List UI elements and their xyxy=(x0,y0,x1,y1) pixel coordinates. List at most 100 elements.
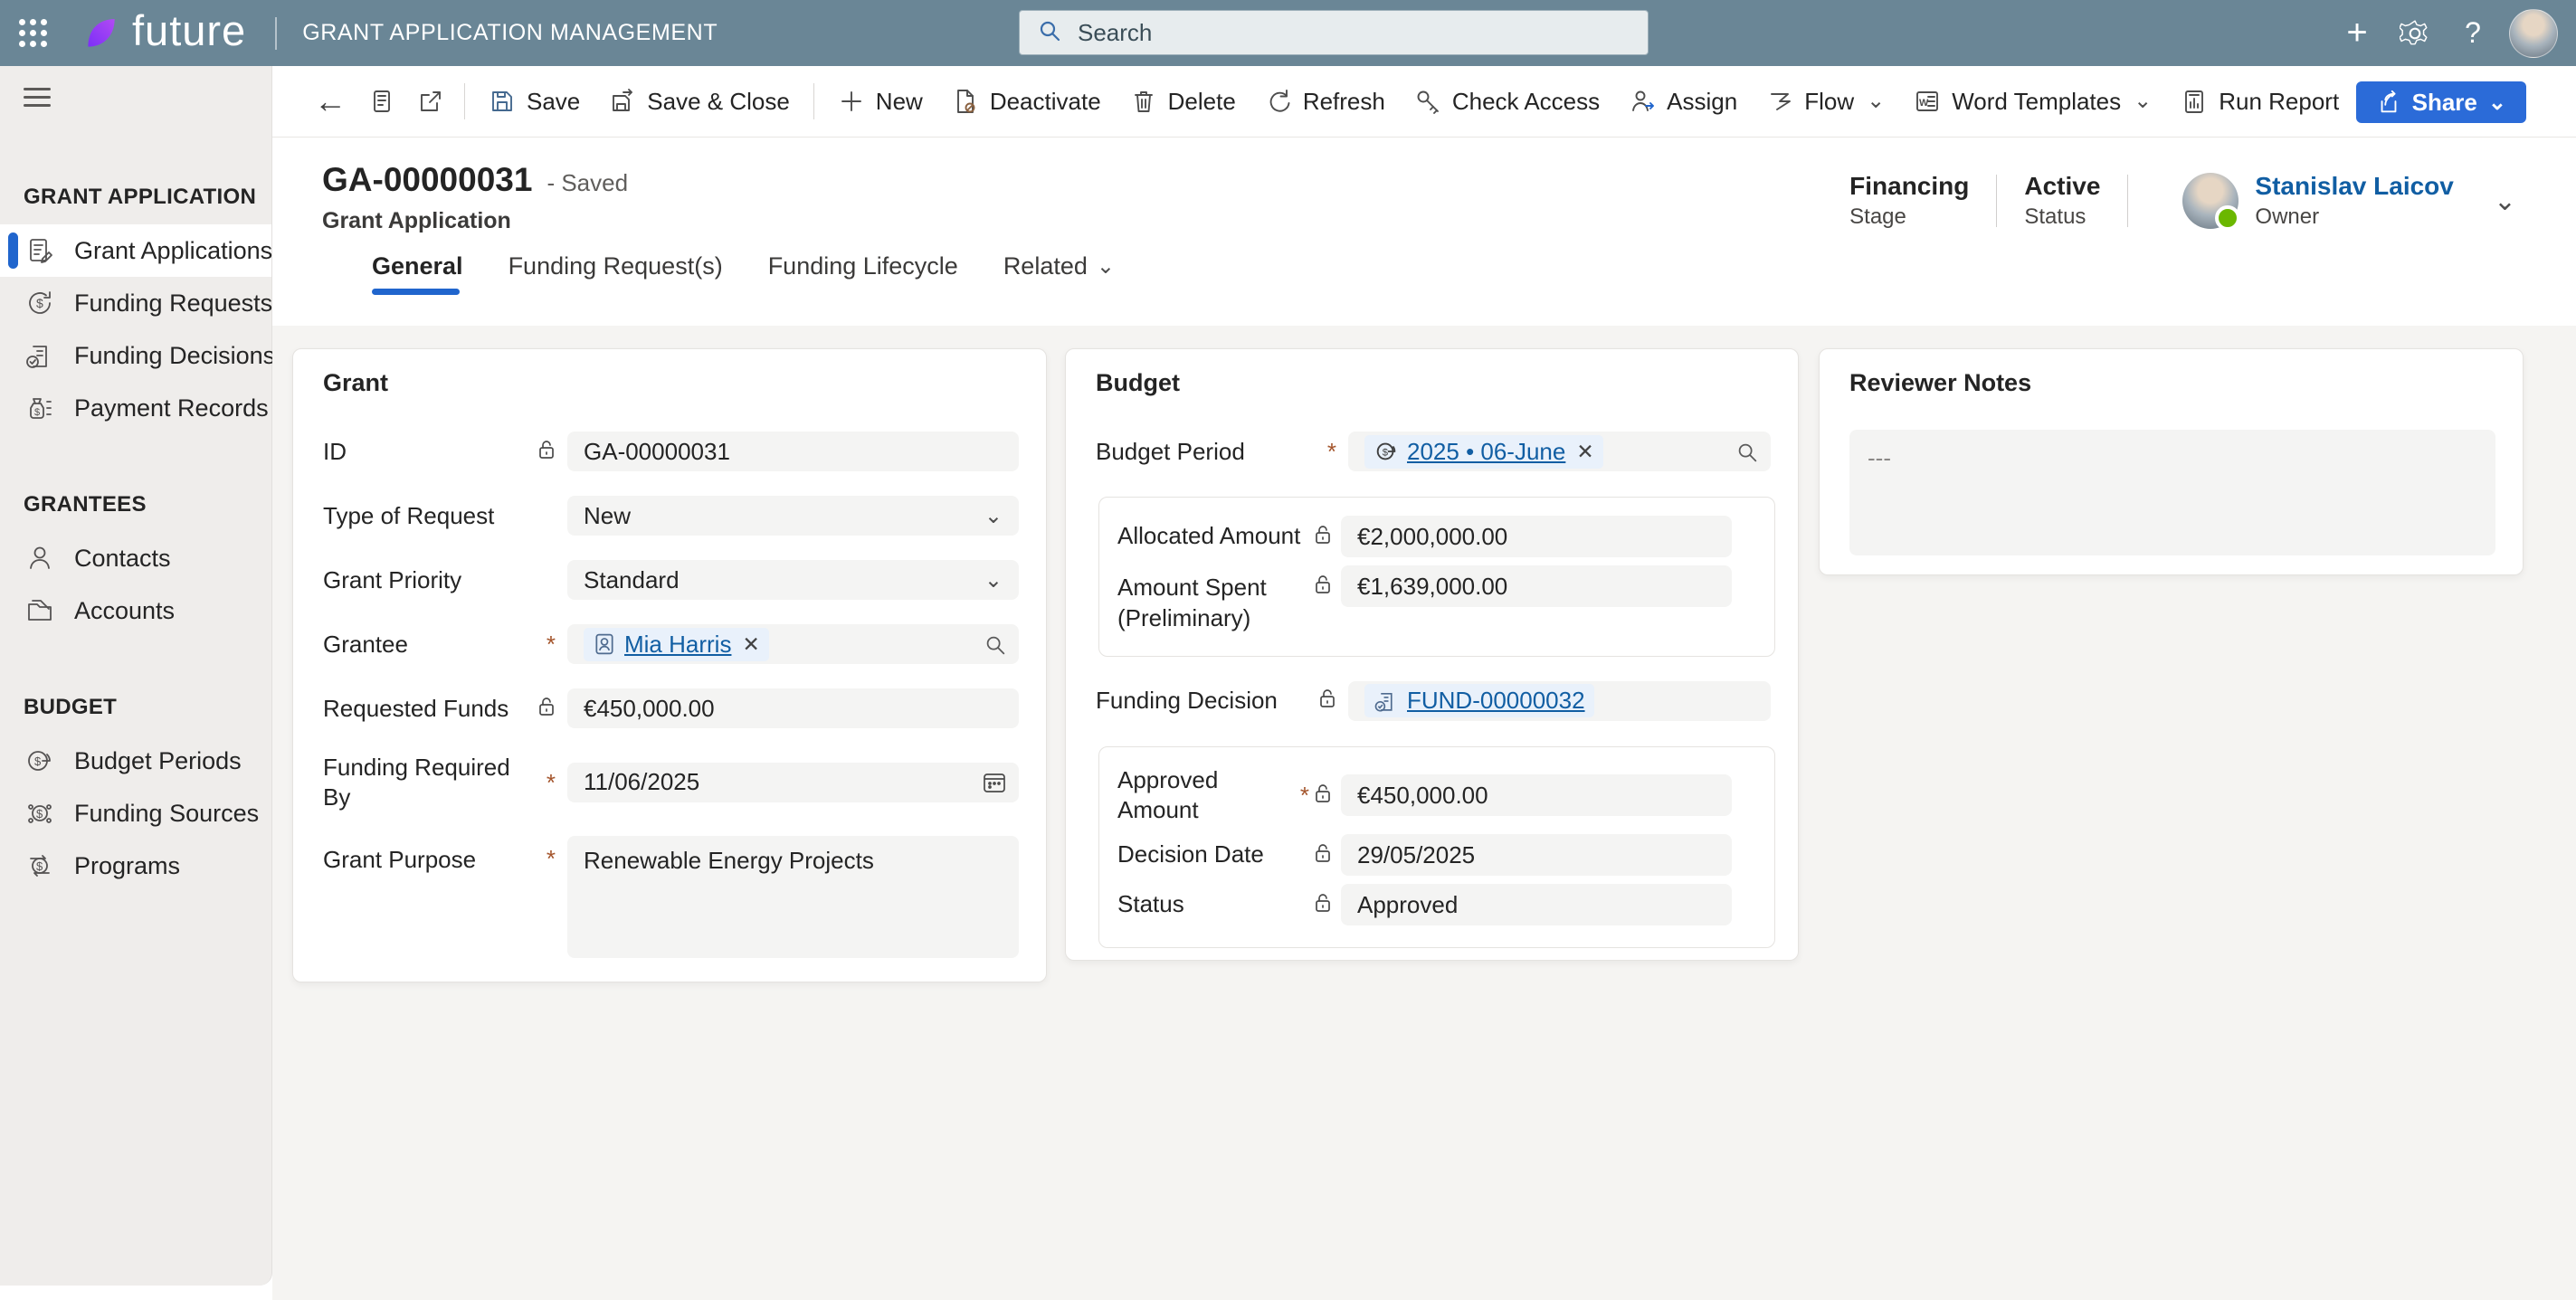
sidebar-item-accounts[interactable]: Accounts xyxy=(0,584,271,637)
field-row-decision-date: Decision Date 29/05/2025 xyxy=(1117,834,1755,877)
brand-logo[interactable]: future xyxy=(81,6,246,55)
field-row-budget-period: Budget Period * $ 2025 • 06-June ✕ xyxy=(1096,432,1771,471)
settings-gear-icon[interactable] xyxy=(2386,0,2444,66)
field-row-status: Status Approved xyxy=(1117,884,1755,926)
lock-icon xyxy=(1314,525,1332,549)
chevron-down-icon[interactable]: ⌄ xyxy=(1867,90,1885,112)
trash-icon xyxy=(1134,91,1153,112)
chevron-down-icon[interactable]: ⌄ xyxy=(2488,90,2506,116)
budget-period-lookup-field[interactable]: $ 2025 • 06-June ✕ xyxy=(1348,432,1771,471)
required-asterisk: * xyxy=(546,845,556,872)
document-check-icon xyxy=(24,339,56,372)
assign-button[interactable]: Assign xyxy=(1614,78,1752,125)
save-status: - Saved xyxy=(547,169,629,196)
grant-priority-dropdown[interactable]: Standard ⌄ xyxy=(567,560,1019,600)
sidebar-item-programs[interactable]: $ Programs xyxy=(0,840,271,892)
sidebar-item-label: Budget Periods xyxy=(74,746,242,774)
run-report-button[interactable]: Run Report ⌄ xyxy=(2166,78,2384,125)
tab-funding-lifecycle[interactable]: Funding Lifecycle xyxy=(768,252,958,295)
lookup-search-icon[interactable] xyxy=(1735,440,1760,471)
budget-period-chip: $ 2025 • 06-June ✕ xyxy=(1364,434,1603,469)
back-arrow-icon: ← xyxy=(314,82,347,119)
save-button[interactable]: Save xyxy=(474,78,594,125)
remove-chip-icon[interactable]: ✕ xyxy=(742,633,759,655)
deactivate-icon xyxy=(956,90,975,113)
flow-button[interactable]: Flow ⌄ xyxy=(1752,78,1899,125)
folder-icon xyxy=(24,594,56,627)
sidebar-section-grant-application: GRANT APPLICATION xyxy=(24,185,257,209)
record-id: GA-00000031 xyxy=(322,161,533,198)
funding-required-by-date-field[interactable]: 11/06/2025 xyxy=(567,762,1019,802)
chevron-down-icon[interactable]: ⌄ xyxy=(2134,90,2152,112)
tab-general[interactable]: General xyxy=(372,252,463,295)
share-button[interactable]: Share ⌄ xyxy=(2355,81,2526,123)
owner-label: Owner xyxy=(2255,204,2320,229)
section-title-grant: Grant xyxy=(323,369,389,396)
sidebar-item-budget-periods[interactable]: $ Budget Periods xyxy=(0,735,271,787)
tab-related[interactable]: Related ⌄ xyxy=(1003,252,1115,295)
remove-chip-icon[interactable]: ✕ xyxy=(1576,441,1593,462)
owner-avatar[interactable] xyxy=(2182,173,2241,231)
popout-icon xyxy=(421,91,441,111)
chevron-down-icon[interactable]: ⌄ xyxy=(984,503,1003,529)
budget-period-link[interactable]: 2025 • 06-June xyxy=(1407,438,1565,466)
document-edit-icon xyxy=(24,234,56,267)
required-asterisk: * xyxy=(546,768,556,796)
refresh-button[interactable]: Refresh xyxy=(1250,78,1400,125)
reviewer-notes-textarea[interactable]: --- xyxy=(1849,430,2495,555)
sidebar-item-payment-records[interactable]: $ Payment Records xyxy=(0,382,271,434)
sidebar-section-grantees: GRANTEES xyxy=(24,492,147,517)
stage-value: Financing xyxy=(1849,172,1970,200)
lookup-search-icon[interactable] xyxy=(983,632,1008,664)
word-doc-icon: W xyxy=(1916,91,1939,111)
key-icon xyxy=(1417,90,1439,114)
global-search-box[interactable] xyxy=(1019,10,1649,55)
grantee-chip: Mia Harris ✕ xyxy=(584,627,769,661)
svg-text:$: $ xyxy=(1383,448,1389,459)
field-row-funding-required-by: Funding Required By * 11/06/2025 xyxy=(323,753,1019,811)
new-button[interactable]: New xyxy=(823,78,937,125)
tab-funding-requests[interactable]: Funding Request(s) xyxy=(509,252,723,295)
search-input[interactable] xyxy=(1076,17,1616,48)
back-button[interactable]: ← xyxy=(303,78,357,125)
check-access-button[interactable]: Check Access xyxy=(1400,78,1614,125)
save-and-close-button[interactable]: Save & Close xyxy=(594,78,804,125)
open-in-new-window-button[interactable] xyxy=(406,78,455,125)
status-field: Approved xyxy=(1341,884,1732,926)
app-launcher-waffle-icon[interactable] xyxy=(0,0,65,66)
grantee-link[interactable]: Mia Harris xyxy=(624,631,731,659)
money-bag-icon: $ xyxy=(24,392,56,424)
chevron-down-icon[interactable]: ⌄ xyxy=(984,567,1003,593)
sidebar-item-contacts[interactable]: Contacts xyxy=(0,532,271,584)
header-expand-chevron-icon[interactable]: ⌄ xyxy=(2494,185,2516,217)
grantee-lookup-field[interactable]: Mia Harris ✕ xyxy=(567,624,1019,664)
sidebar-item-funding-sources[interactable]: $ Funding Sources xyxy=(0,787,271,840)
sidebar-item-funding-requests[interactable]: $ Funding Requests xyxy=(0,277,272,329)
sidebar-item-funding-decisions[interactable]: Funding Decisions xyxy=(0,329,275,382)
deactivate-button[interactable]: Deactivate xyxy=(937,78,1116,125)
lock-icon xyxy=(1314,893,1332,917)
svg-text:W: W xyxy=(1919,98,1929,109)
type-of-request-dropdown[interactable]: New ⌄ xyxy=(567,496,1019,536)
status-label: Status xyxy=(2024,204,2086,229)
budget-period-summary-box: Allocated Amount €2,000,000.00 Amount Sp… xyxy=(1098,497,1775,657)
search-icon xyxy=(1036,17,1063,49)
sidebar-section-budget: BUDGET xyxy=(24,695,118,719)
requested-funds-field: €450,000.00 xyxy=(567,688,1019,728)
show-form-navigation-button[interactable] xyxy=(357,78,406,125)
quick-create-plus-icon[interactable]: + xyxy=(2328,0,2386,66)
grant-purpose-textarea[interactable]: Renewable Energy Projects xyxy=(567,836,1019,958)
calendar-icon[interactable] xyxy=(981,769,1008,802)
command-bar: ← Save Save & Close New Deactivate Delet… xyxy=(272,66,2576,138)
field-row-id: ID GA-00000031 xyxy=(323,432,1019,471)
funding-decision-link[interactable]: FUND-00000032 xyxy=(1407,687,1585,715)
record-header: GA-00000031 - Saved Grant Application Fi… xyxy=(272,138,2576,303)
lock-icon xyxy=(537,697,556,721)
delete-button[interactable]: Delete xyxy=(1116,78,1250,125)
help-icon[interactable]: ? xyxy=(2444,0,2502,66)
sidebar-item-grant-applications[interactable]: Grant Applications xyxy=(0,224,272,277)
sidebar-collapse-hamburger-icon[interactable] xyxy=(24,88,51,107)
owner-name-link[interactable]: Stanislav Laicov xyxy=(2255,172,2453,201)
user-avatar[interactable] xyxy=(2509,8,2558,58)
word-templates-button[interactable]: W Word Templates ⌄ xyxy=(1899,78,2166,125)
